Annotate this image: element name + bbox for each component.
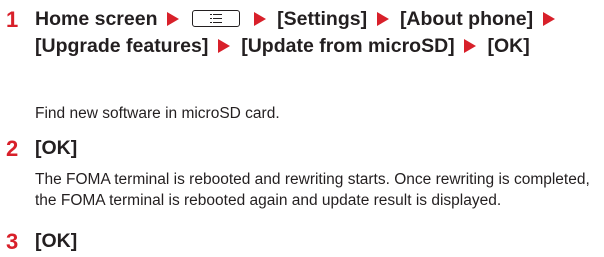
arrow-icon: [217, 39, 230, 53]
arrow-icon: [253, 12, 266, 26]
step-part-settings: [Settings]: [277, 8, 368, 30]
arrow-icon: [464, 39, 477, 53]
arrow-icon: [542, 12, 555, 26]
step-description: Find new software in microSD card.: [35, 105, 280, 122]
step-part-update-from-microsd: [Update from microSD]: [241, 35, 455, 57]
step-part-home-screen: Home screen: [35, 8, 158, 30]
step-description: The FOMA terminal is rebooted and rewrit…: [35, 171, 590, 209]
step-part-about-phone: [About phone]: [399, 8, 534, 30]
step-instruction: [OK]: [35, 230, 78, 252]
arrow-icon: [376, 12, 389, 26]
step-part-upgrade-features: [Upgrade features]: [35, 35, 209, 57]
arrow-icon: [166, 12, 179, 26]
step-number: 3: [6, 229, 19, 254]
menu-key-icon: [192, 10, 241, 27]
step-instruction: [OK]: [35, 137, 78, 159]
step-instruction: Home screen [Settings] [About phone] [Up…: [35, 6, 600, 60]
step-number: 1: [6, 7, 19, 32]
step-part-ok: [OK]: [487, 35, 530, 57]
step-number: 2: [6, 136, 19, 161]
